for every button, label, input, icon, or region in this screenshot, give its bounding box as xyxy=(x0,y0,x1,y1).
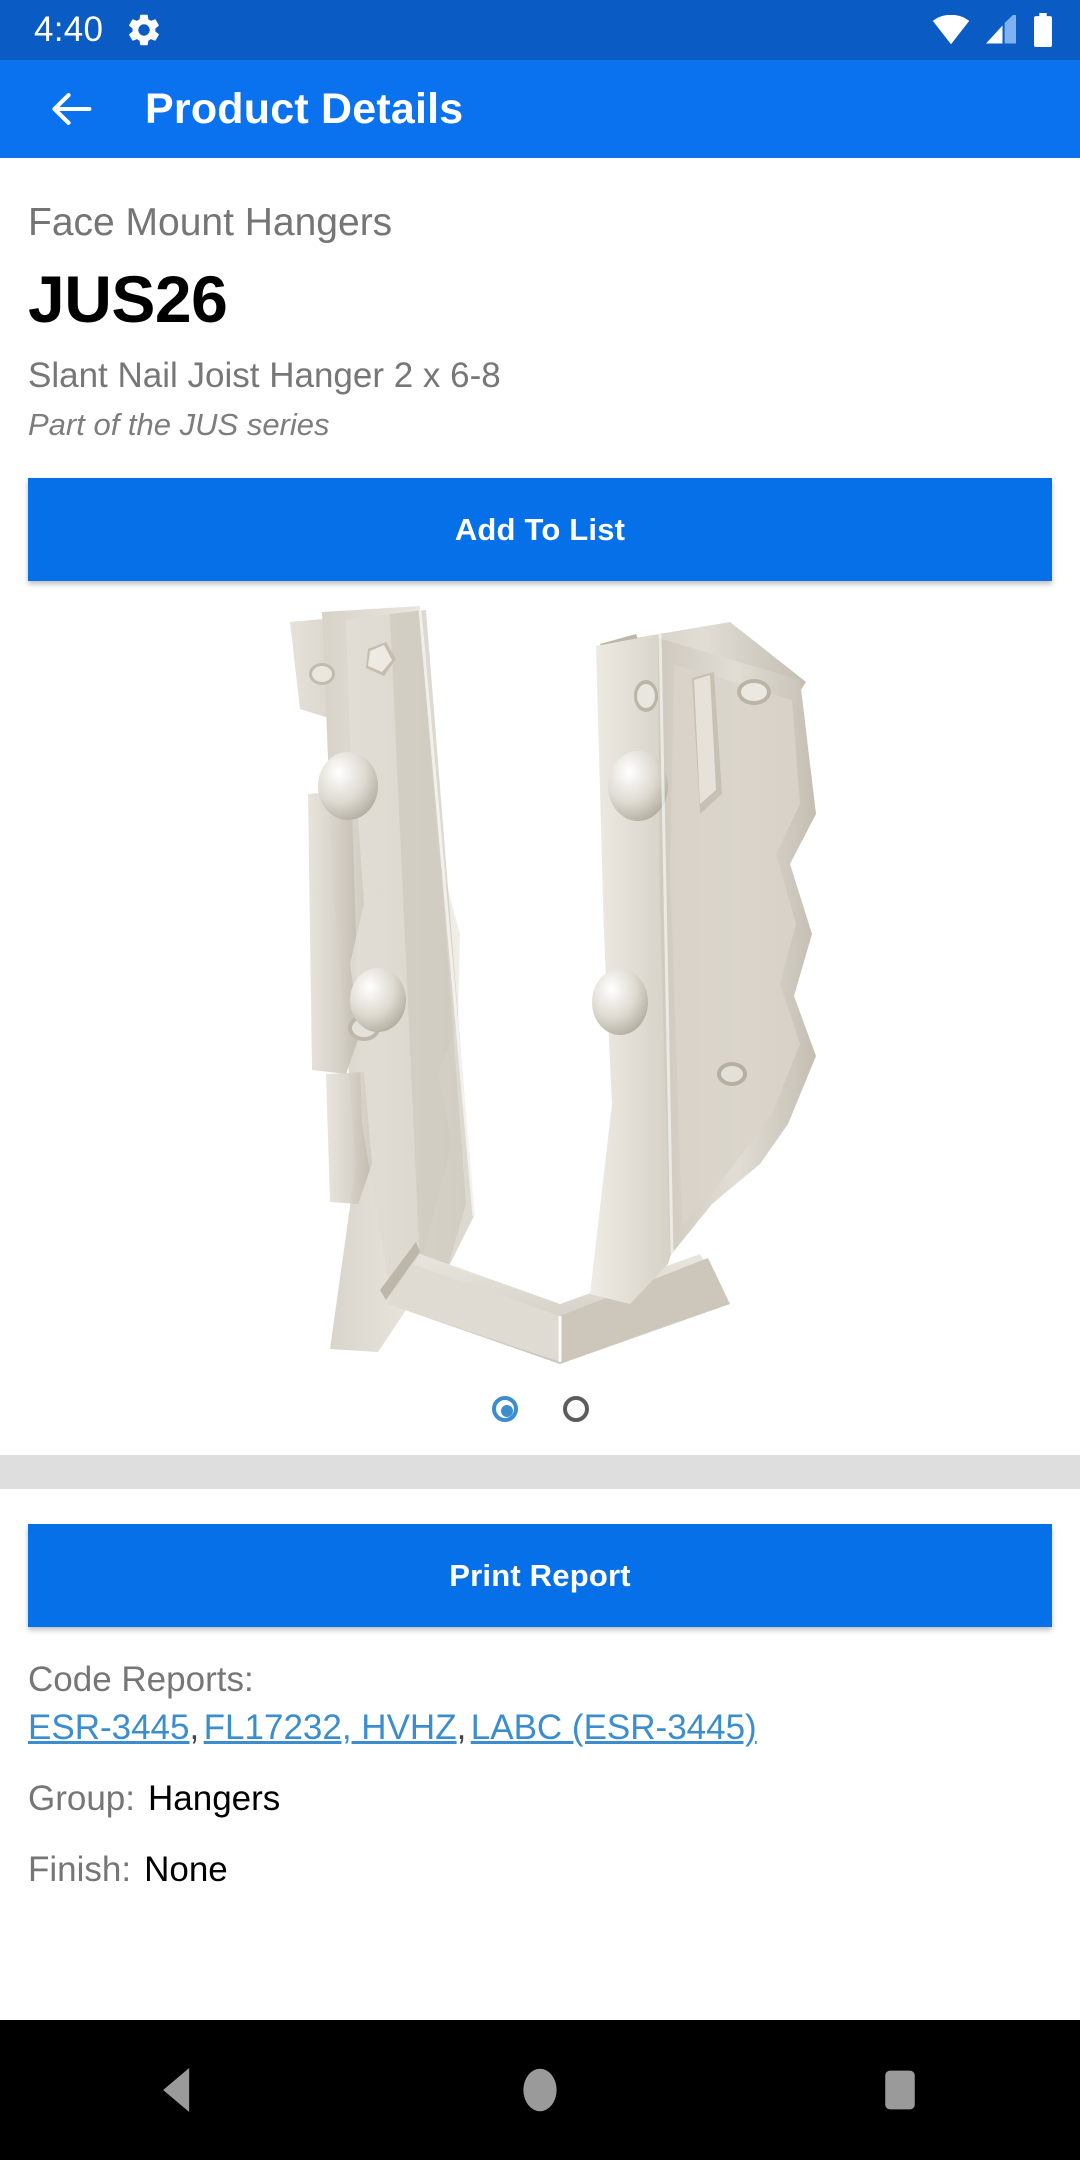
gear-icon xyxy=(129,14,160,46)
circle-home-icon xyxy=(523,2068,557,2112)
spec-row-group: Group: Hangers xyxy=(28,1778,1052,1821)
product-specs: Code Reports: ESR-3445, FL17232, HVHZ, L… xyxy=(0,1627,1080,1891)
joist-hanger-image xyxy=(290,606,816,1365)
product-image-carousel[interactable] xyxy=(0,589,1080,1379)
nav-recents-button[interactable] xyxy=(825,2020,975,2160)
product-model: JUS26 xyxy=(28,262,228,337)
status-bar-notification-icons xyxy=(125,11,163,49)
add-to-list-button[interactable]: Add To List xyxy=(28,478,1052,582)
content-scroll-area: Face Mount Hangers JUS26 Slant Nail Jois… xyxy=(0,158,1080,2020)
wifi-icon xyxy=(932,15,970,45)
code-report-separator-0: , xyxy=(189,1708,200,1748)
code-reports-links: ESR-3445, FL17232, HVHZ, LABC (ESR-3445) xyxy=(28,1706,1052,1750)
product-subtitle: Slant Nail Joist Hanger 2 x 6-8 xyxy=(28,356,501,396)
code-reports-label: Code Reports: xyxy=(28,1660,254,1700)
product-details-screen: 4:40 Product Details Face Mount Hangers … xyxy=(0,0,1080,2160)
square-recents-icon xyxy=(885,2070,915,2110)
print-report-button-wrap: Print Report xyxy=(0,1489,1080,1628)
triangle-back-icon xyxy=(163,2068,190,2112)
carousel-dot-2[interactable] xyxy=(562,1396,589,1423)
android-navigation-bar xyxy=(0,2020,1080,2160)
spec-label-finish: Finish: xyxy=(28,1849,132,1889)
status-bar-system-icons xyxy=(932,13,1054,47)
spec-row-finish: Finish: None xyxy=(28,1849,1052,1892)
carousel-page-indicator xyxy=(0,1379,1080,1439)
product-series-note: Part of the JUS series xyxy=(28,407,330,443)
spec-label-group: Group: xyxy=(28,1778,135,1818)
code-report-link-0[interactable]: ESR-3445 xyxy=(28,1708,189,1747)
nav-back-button[interactable] xyxy=(105,2020,255,2160)
section-divider xyxy=(0,1455,1080,1490)
print-report-button[interactable]: Print Report xyxy=(28,1524,1052,1628)
product-title-block: Face Mount Hangers JUS26 Slant Nail Jois… xyxy=(0,158,1080,443)
status-bar-clock: 4:40 xyxy=(34,10,104,49)
battery-icon xyxy=(1034,13,1052,47)
app-bar: Product Details xyxy=(0,60,1080,158)
page-title: Product Details xyxy=(145,84,464,133)
nav-home-button[interactable] xyxy=(465,2020,615,2160)
code-report-link-2[interactable]: LABC (ESR-3445) xyxy=(471,1708,757,1747)
cellular-signal-icon xyxy=(986,15,1016,44)
spec-value-finish: None xyxy=(144,1849,228,1889)
spec-value-group: Hangers xyxy=(148,1778,281,1818)
code-report-separator-1: , xyxy=(456,1708,467,1748)
carousel-dot-1-active[interactable] xyxy=(491,1396,518,1423)
status-bar: 4:40 xyxy=(0,0,1080,60)
product-category: Face Mount Hangers xyxy=(28,201,393,244)
back-arrow-icon[interactable] xyxy=(46,83,98,135)
add-to-list-button-wrap: Add To List xyxy=(0,443,1080,582)
code-report-link-1[interactable]: FL17232, HVHZ xyxy=(204,1708,457,1747)
